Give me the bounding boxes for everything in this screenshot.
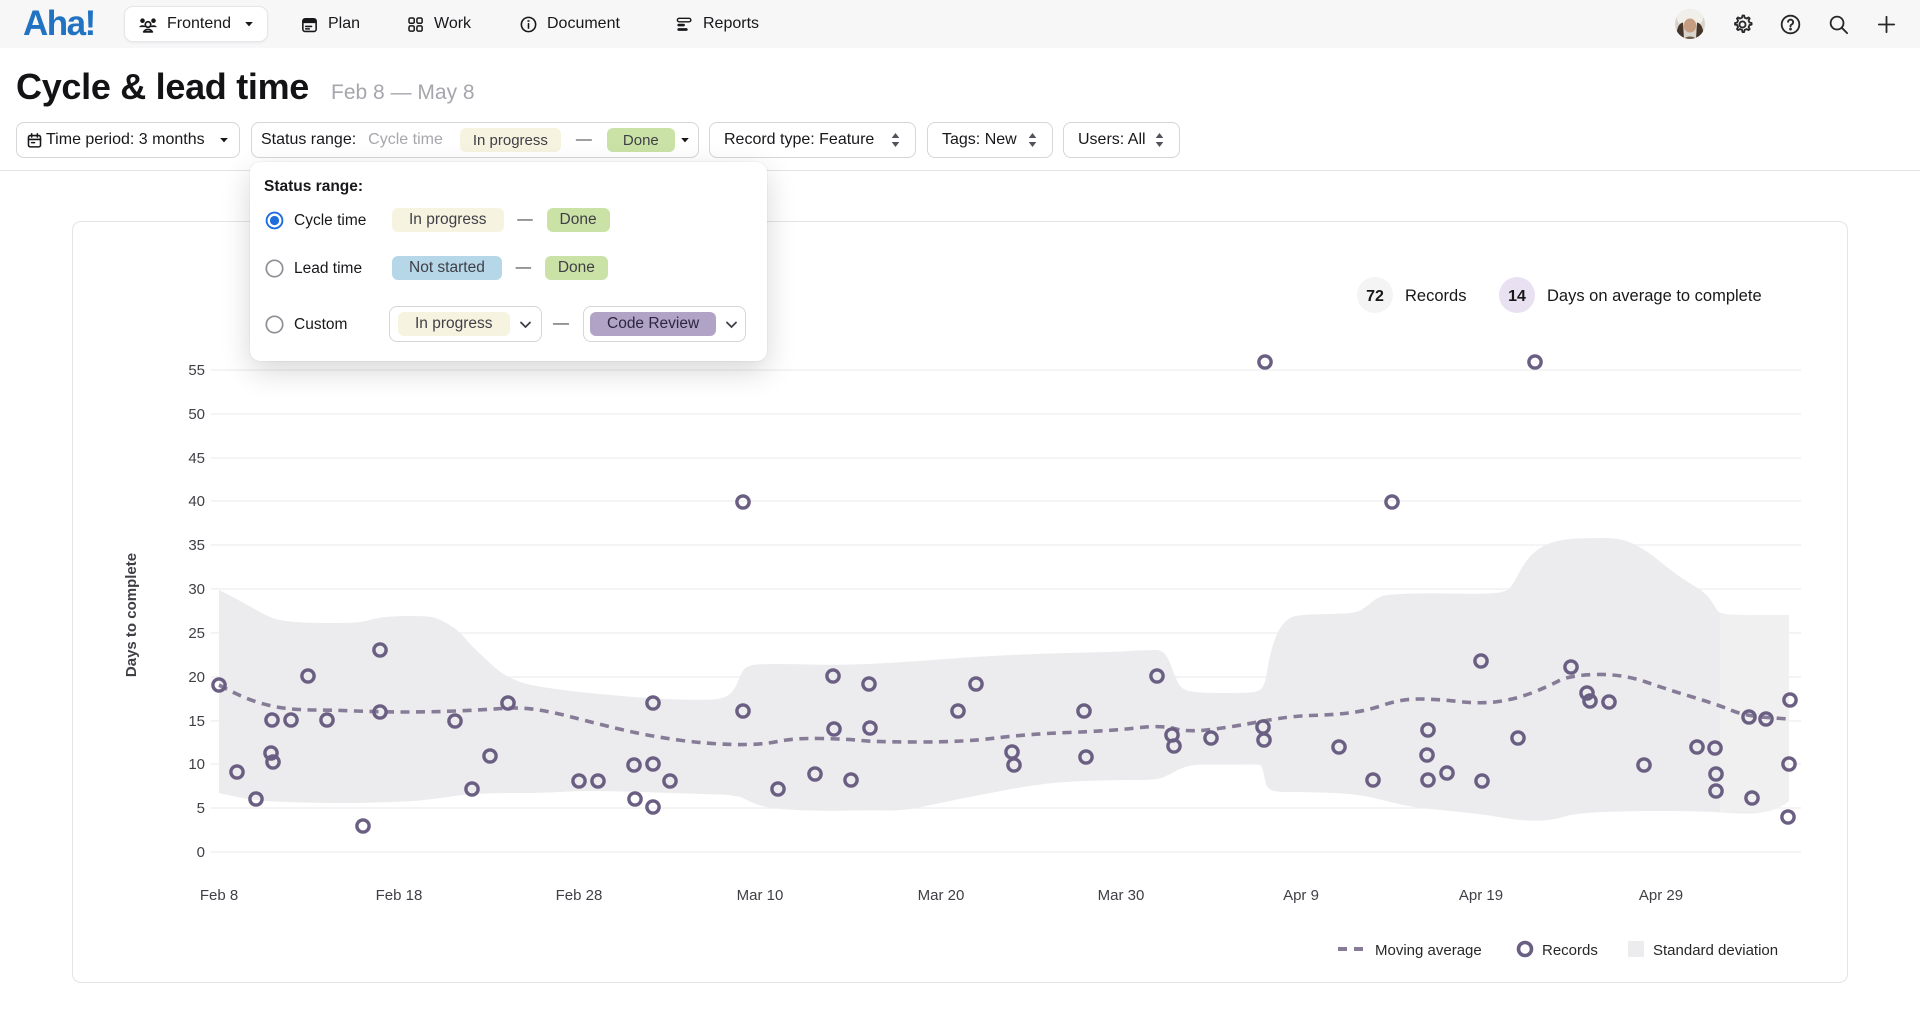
svg-text:Standard deviation: Standard deviation (1653, 942, 1778, 959)
svg-text:Records: Records (1542, 942, 1598, 959)
svg-text:25: 25 (188, 625, 205, 642)
svg-text:15: 15 (188, 713, 205, 730)
svg-text:10: 10 (188, 756, 205, 773)
svg-text:50: 50 (188, 406, 205, 423)
svg-text:Mar 10: Mar 10 (737, 887, 784, 904)
svg-text:0: 0 (197, 844, 205, 861)
svg-text:30: 30 (188, 581, 205, 598)
svg-text:14: 14 (1508, 288, 1526, 305)
svg-text:Apr 19: Apr 19 (1459, 887, 1503, 904)
svg-text:45: 45 (188, 450, 205, 467)
svg-text:20: 20 (188, 669, 205, 686)
svg-text:72: 72 (1366, 288, 1384, 305)
svg-text:35: 35 (188, 537, 205, 554)
svg-text:Feb 28: Feb 28 (556, 887, 603, 904)
svg-text:55: 55 (188, 362, 205, 379)
svg-text:Mar 30: Mar 30 (1098, 887, 1145, 904)
svg-text:40: 40 (188, 493, 205, 510)
svg-text:Apr 29: Apr 29 (1639, 887, 1683, 904)
svg-text:Moving average: Moving average (1375, 942, 1482, 959)
svg-text:Apr 9: Apr 9 (1283, 887, 1319, 904)
svg-text:Days on average to complete: Days on average to complete (1547, 287, 1762, 305)
svg-text:Records: Records (1405, 287, 1466, 305)
svg-text:5: 5 (197, 800, 205, 817)
svg-text:Feb 8: Feb 8 (200, 887, 238, 904)
svg-text:Mar 20: Mar 20 (918, 887, 965, 904)
svg-text:Feb 18: Feb 18 (376, 887, 423, 904)
svg-text:Days to complete: Days to complete (123, 553, 140, 677)
